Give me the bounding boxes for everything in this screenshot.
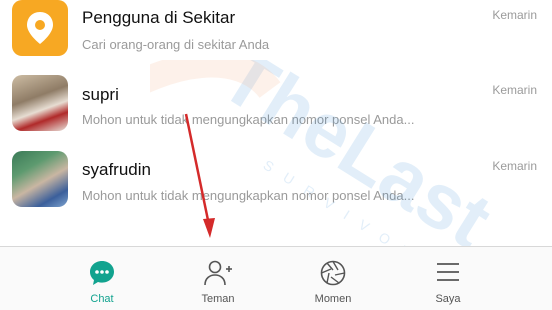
list-item-syafrudin[interactable]: syafrudin Mohon untuk tidak mengungkapka… xyxy=(0,151,552,226)
item-title: syafrudin xyxy=(82,160,151,179)
avatar xyxy=(12,151,68,207)
item-title: supri xyxy=(82,85,119,104)
list-item-supri[interactable]: supri Mohon untuk tidak mengungkapkan no… xyxy=(0,75,552,150)
add-friend-icon xyxy=(203,259,233,292)
tab-saya[interactable]: Saya xyxy=(408,247,488,310)
tab-label: Saya xyxy=(435,293,461,305)
item-subtitle: Mohon untuk tidak mengungkapkan nomor po… xyxy=(82,112,415,127)
chat-bubble-icon xyxy=(88,259,116,292)
list-item-nearby-users[interactable]: Pengguna di Sekitar Cari orang-orang di … xyxy=(0,0,552,75)
item-subtitle: Mohon untuk tidak mengungkapkan nomor po… xyxy=(82,188,415,203)
item-time: Kemarin xyxy=(492,8,537,22)
tab-label: Momen xyxy=(314,293,352,305)
tab-momen[interactable]: Momen xyxy=(293,247,373,310)
nearby-avatar xyxy=(12,0,68,56)
bottom-tab-bar: Chat Teman Momen Saya xyxy=(0,246,552,310)
item-subtitle: Cari orang-orang di sekitar Anda xyxy=(82,37,270,52)
item-time: Kemarin xyxy=(492,83,537,97)
tab-label: Teman xyxy=(201,293,235,305)
location-pin-icon xyxy=(27,12,53,44)
tab-chat[interactable]: Chat xyxy=(62,247,142,310)
menu-lines-icon xyxy=(435,259,461,290)
item-title: Pengguna di Sekitar xyxy=(82,8,236,27)
tab-label: Chat xyxy=(90,293,114,305)
item-time: Kemarin xyxy=(492,159,537,173)
moments-aperture-icon xyxy=(319,259,347,292)
tab-teman[interactable]: Teman xyxy=(178,247,258,310)
avatar xyxy=(12,75,68,131)
